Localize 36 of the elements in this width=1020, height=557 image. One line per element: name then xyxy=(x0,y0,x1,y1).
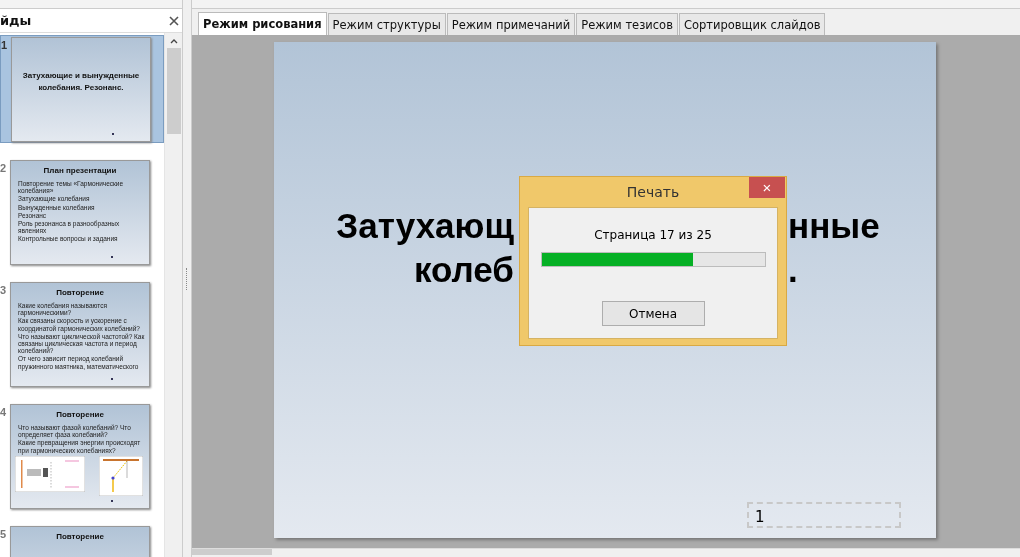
view-tab[interactable]: Режим тезисов xyxy=(576,13,678,35)
view-tab[interactable]: Режим примечаний xyxy=(446,13,576,35)
cancel-button[interactable]: Отмена xyxy=(601,301,705,326)
slide-title-fragment: нные xyxy=(788,205,880,247)
scroll-thumb[interactable] xyxy=(192,549,272,555)
slide-thumbnail[interactable] xyxy=(10,282,150,387)
slide-title-fragment: колеб xyxy=(413,249,514,291)
splitter-handle[interactable] xyxy=(185,267,189,290)
slide-number: 3 xyxy=(0,284,8,296)
view-tab[interactable]: Режим рисования xyxy=(198,12,327,35)
scroll-up-icon[interactable] xyxy=(169,39,178,44)
dialog-title: Печать xyxy=(626,184,680,200)
slide-number: 5 xyxy=(0,528,8,540)
close-icon[interactable] xyxy=(169,15,179,26)
thumbnail-title: Затухающие и вынужденные колебания. Резонанс. xyxy=(21,70,141,94)
slide-title-fragment: Затухающ xyxy=(335,205,514,247)
scrollbar[interactable] xyxy=(164,33,182,557)
slide-number: 4 xyxy=(0,406,8,418)
scroll-thumb[interactable] xyxy=(166,48,181,134)
thumbnail-title: Повторение xyxy=(55,288,105,297)
view-tab[interactable]: Режим структуры xyxy=(327,13,446,35)
pendulum-diagram-drawing xyxy=(99,455,143,496)
progress-message: Страница 17 из 25 xyxy=(594,228,712,242)
panel-title: йды xyxy=(0,13,32,28)
slide-thumbnail[interactable]: Повторение xyxy=(10,526,150,557)
close-button[interactable]: × xyxy=(749,177,785,198)
page-number-field[interactable]: 1 xyxy=(747,502,901,528)
thumbnail-title: Повторение xyxy=(55,410,105,419)
thumbnail-title: План презентации xyxy=(42,166,118,175)
slide-number: 1 xyxy=(1,39,9,51)
spring-diagram-drawing xyxy=(15,455,85,492)
view-tab[interactable]: Сортировщик слайдов xyxy=(678,13,826,35)
slide-title-fragment: . xyxy=(788,249,798,291)
thumbnail-title: Повторение xyxy=(55,532,105,541)
slide-thumbnail[interactable]: Затухающие и вынужденные колебания. Резонанс. xyxy=(11,37,151,142)
slide-number: 2 xyxy=(0,162,8,174)
